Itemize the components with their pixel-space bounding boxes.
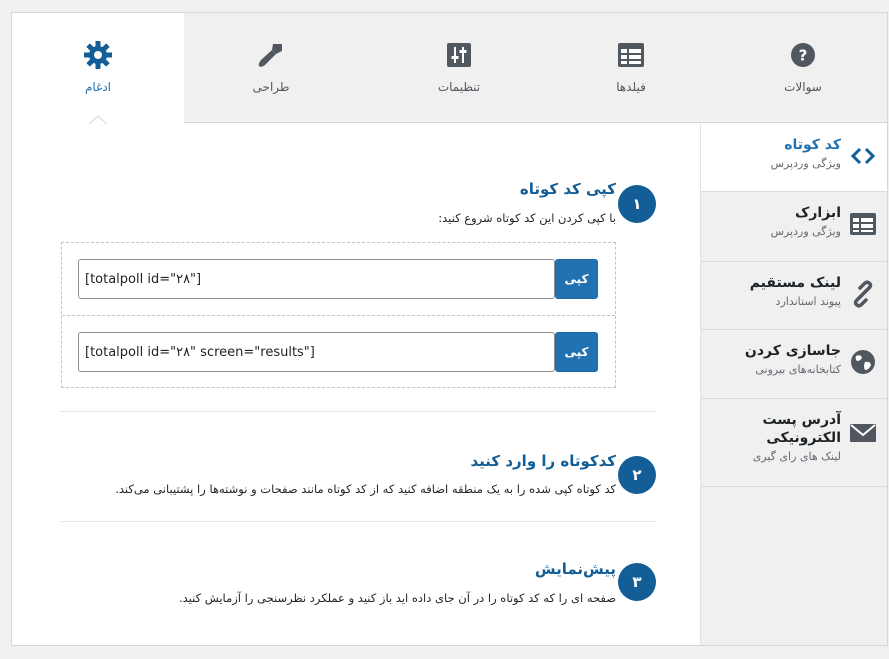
step-insert-shortcode: ۲ کدکوتاه را وارد کنید کد کوتاه کپی شده …: [60, 446, 656, 506]
tab-settings-label: تنظیمات: [437, 80, 481, 94]
tab-questions[interactable]: ? سوالات: [717, 13, 887, 123]
question-circle-icon: ?: [791, 43, 815, 67]
widget-table-icon: [850, 213, 876, 235]
sidebar-item-title: لینک مستقیم: [749, 275, 841, 291]
shortcode-row: کپی: [62, 243, 615, 315]
svg-text:?: ?: [799, 47, 808, 65]
step-title: کپی کد کوتاه: [519, 180, 616, 198]
integration-content: ۱ کپی کد کوتاه با کپی کردن این کد کوتاه …: [60, 124, 656, 645]
step-number: ۱: [618, 185, 656, 223]
step-number: ۳: [618, 563, 656, 601]
paint-brush-icon: [258, 44, 282, 67]
shortcode-row: کپی: [62, 315, 615, 387]
tab-integration[interactable]: ادغام: [12, 13, 184, 124]
sidebar-item-subtitle: لینک های رای گیری: [752, 450, 841, 463]
sidebar-item-subtitle: ویژگی وردپرس: [770, 225, 841, 238]
link-icon: [853, 280, 873, 308]
sidebar-item-title: جاسازی کردن: [744, 343, 841, 359]
step-title: کدکوتاه را وارد کنید: [470, 452, 616, 470]
copy-button[interactable]: کپی: [555, 259, 598, 299]
gear-icon: [84, 41, 112, 69]
sidebar-item-title: کد کوتاه: [784, 137, 841, 153]
shortcode-results-input[interactable]: [78, 332, 555, 372]
step-number: ۲: [618, 456, 656, 494]
step-description: صفحه ای را که کد کوتاه را در آن جای داده…: [178, 591, 616, 605]
code-brackets-icon: [850, 147, 876, 165]
sidebar-item-title: ابزارک: [795, 205, 841, 221]
sliders-icon: [447, 43, 471, 67]
sidebar-item-shortcode[interactable]: کد کوتاه ویژگی وردپرس: [701, 124, 887, 192]
tab-settings[interactable]: تنظیمات: [373, 13, 545, 123]
step-description: با کپی کردن این کد کوتاه شروع کنید:: [438, 211, 616, 225]
sidebar-item-embed[interactable]: جاسازی کردن کتابخانه‌های بیرونی: [701, 330, 887, 399]
tab-design[interactable]: طراحی: [185, 13, 357, 123]
top-tabs: ? سوالات فیلدها تنظیمات طراحی ادغام: [12, 13, 887, 124]
globe-icon: [851, 350, 875, 374]
tab-integration-label: ادغام: [84, 80, 112, 94]
integration-sidebar: کد کوتاه ویژگی وردپرس ابزارک ویژگی وردپر…: [700, 124, 887, 645]
copy-button[interactable]: کپی: [555, 332, 598, 372]
tab-fields[interactable]: فیلدها: [545, 13, 717, 123]
step-copy-shortcode: ۱ کپی کد کوتاه با کپی کردن این کد کوتاه …: [60, 174, 656, 404]
integration-panel: ? سوالات فیلدها تنظیمات طراحی ادغام کد ک…: [11, 12, 888, 646]
sidebar-item-widget[interactable]: ابزارک ویژگی وردپرس: [701, 192, 887, 262]
shortcode-input[interactable]: [78, 259, 555, 299]
step-preview: ۳ پیش‌نمایش صفحه ای را که کد کوتاه را در…: [60, 556, 656, 616]
fields-table-icon: [618, 43, 644, 67]
sidebar-item-subtitle: کتابخانه‌های بیرونی: [755, 363, 841, 376]
tab-fields-label: فیلدها: [616, 80, 646, 94]
divider: [60, 521, 656, 522]
sidebar-item-title: آدرس پست الکترونیکی: [762, 412, 841, 446]
sidebar-item-subtitle: پیوند استاندارد: [775, 295, 841, 308]
step-title: پیش‌نمایش: [534, 560, 616, 578]
envelope-icon: [850, 424, 876, 442]
active-tab-pointer-icon: [89, 115, 107, 125]
step-description: کد کوتاه کپی شده را به یک منطقه اضافه کن…: [115, 482, 616, 496]
divider: [60, 411, 656, 412]
tab-design-label: طراحی: [252, 80, 290, 94]
shortcode-box: کپی کپی: [61, 242, 616, 388]
sidebar-item-email[interactable]: آدرس پست الکترونیکی لینک های رای گیری: [701, 399, 887, 487]
sidebar-item-direct-link[interactable]: لینک مستقیم پیوند استاندارد: [701, 262, 887, 330]
tab-questions-label: سوالات: [784, 80, 822, 94]
sidebar-item-subtitle: ویژگی وردپرس: [770, 157, 841, 170]
